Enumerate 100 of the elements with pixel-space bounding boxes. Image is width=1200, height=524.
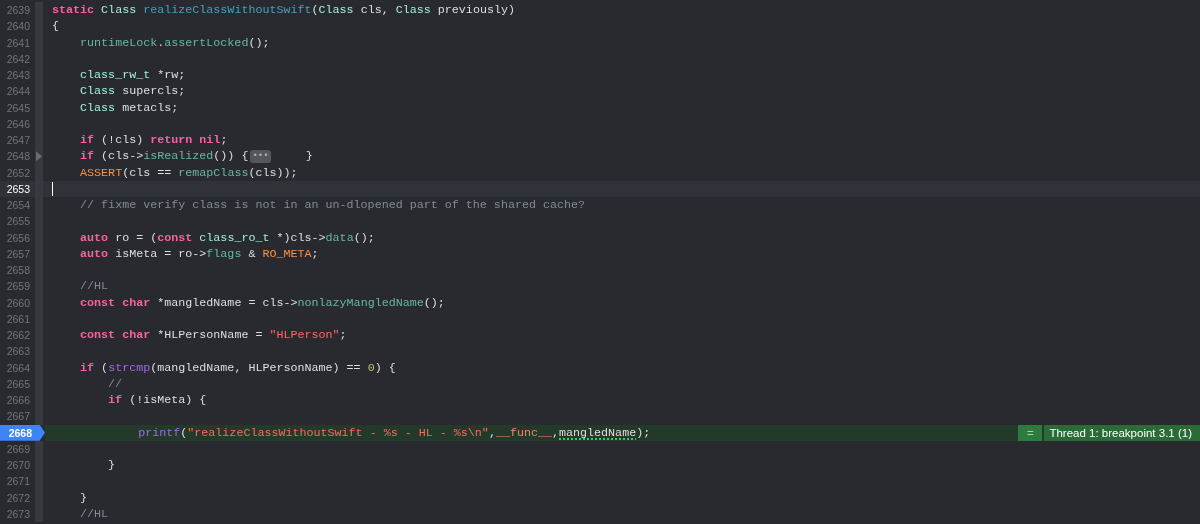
line-number: 2673 bbox=[5, 506, 31, 522]
line-number: 2645 bbox=[5, 100, 31, 116]
code-text: { bbox=[52, 18, 59, 35]
line-number: 2664 bbox=[5, 360, 31, 376]
line-number: 2640 bbox=[5, 19, 31, 35]
line-number: 2654 bbox=[5, 198, 31, 213]
code-comment: // bbox=[108, 375, 123, 392]
code-text: (); bbox=[248, 34, 270, 51]
type-name: class_rw_t bbox=[80, 67, 151, 84]
folded-code-button[interactable]: ••• bbox=[250, 149, 271, 163]
code-text: (cls)); bbox=[248, 164, 298, 181]
annotation-icon[interactable]: = bbox=[1018, 424, 1043, 441]
code-text: isMeta = ro-> bbox=[115, 245, 207, 262]
line-number: 2652 bbox=[5, 165, 31, 181]
macro-name: RO_META bbox=[262, 245, 312, 262]
code-text: previously) bbox=[437, 2, 515, 19]
type-name: Class bbox=[101, 2, 137, 19]
code-text: metacls; bbox=[122, 99, 179, 116]
fold-marker-icon[interactable] bbox=[36, 151, 42, 162]
code-keyword: auto bbox=[80, 245, 109, 262]
code-text: (!isMeta) { bbox=[129, 392, 207, 409]
line-number: 2656 bbox=[5, 230, 31, 246]
line-number: 2659 bbox=[5, 279, 31, 295]
function-call: printf bbox=[138, 424, 181, 441]
code-keyword: nil bbox=[199, 132, 221, 149]
code-text: (); bbox=[353, 229, 375, 246]
code-text: (); bbox=[423, 294, 445, 311]
code-keyword: auto bbox=[80, 229, 109, 246]
code-text: . bbox=[157, 34, 165, 51]
line-number: 2653 bbox=[5, 181, 31, 197]
code-text: ( bbox=[180, 424, 188, 441]
debugger-annotation: Thread 1: breakpoint 3.1 (1) bbox=[1044, 424, 1200, 441]
code-text: ; bbox=[339, 327, 347, 344]
line-number: 2667 bbox=[5, 409, 31, 425]
function-name: realizeClassWithoutSwift bbox=[143, 2, 312, 19]
line-number: 2639 bbox=[5, 3, 31, 18]
code-text: ; bbox=[311, 245, 319, 262]
code-text: (mangledName, HLPersonName) == bbox=[150, 359, 361, 376]
code-keyword: const bbox=[80, 327, 116, 344]
type-name: Class bbox=[318, 2, 354, 19]
method-name: nonlazyMangledName bbox=[297, 294, 424, 311]
number-literal: 0 bbox=[367, 359, 375, 376]
line-number: 2643 bbox=[5, 68, 31, 83]
code-keyword: if bbox=[80, 148, 95, 165]
method-name: assertLocked bbox=[164, 34, 249, 51]
code-keyword: __func__ bbox=[495, 424, 552, 441]
code-comment: // fixme verify class is not in an un-dlopened part of the shared cache? bbox=[80, 197, 586, 214]
code-text: , bbox=[552, 424, 559, 441]
code-keyword: if bbox=[80, 359, 95, 376]
type-name: Class bbox=[80, 99, 116, 116]
code-text: ; bbox=[220, 132, 228, 149]
line-number: 2647 bbox=[5, 133, 31, 148]
code-text: & bbox=[248, 245, 256, 262]
code-keyword: static bbox=[52, 2, 95, 19]
code-text: supercls; bbox=[122, 83, 186, 100]
code-keyword: if bbox=[108, 392, 123, 409]
code-text: *HLPersonName = bbox=[157, 327, 263, 344]
line-number: 2661 bbox=[5, 311, 31, 327]
line-number: 2660 bbox=[5, 295, 31, 311]
code-text: ro = ( bbox=[115, 229, 158, 246]
string-literal: "HLPerson" bbox=[269, 327, 340, 344]
code-text: ( bbox=[101, 359, 109, 376]
code-keyword: return bbox=[150, 132, 193, 149]
type-name: Class bbox=[395, 2, 431, 19]
code-text: ); bbox=[636, 424, 651, 441]
code-keyword: char bbox=[122, 327, 151, 344]
code-text: ()) { bbox=[213, 148, 249, 165]
method-name: data bbox=[325, 229, 354, 246]
line-number: 2665 bbox=[5, 376, 31, 392]
type-name: class_ro_t bbox=[199, 229, 270, 246]
line-number: 2658 bbox=[5, 263, 31, 278]
code-text: } bbox=[80, 489, 88, 506]
line-number: 2671 bbox=[5, 474, 31, 490]
code-keyword: const bbox=[157, 229, 193, 246]
macro-name: ASSERT bbox=[80, 164, 123, 181]
text-cursor bbox=[52, 181, 53, 196]
line-number: 2648 bbox=[5, 149, 31, 165]
line-number: 2672 bbox=[5, 490, 31, 506]
line-number: 2669 bbox=[5, 441, 31, 457]
code-text: (cls-> bbox=[101, 148, 144, 165]
code-text: cls, bbox=[360, 2, 389, 19]
breakpoint-marker[interactable]: 2668 bbox=[0, 424, 45, 441]
type-name: Class bbox=[80, 83, 116, 100]
code-keyword: const bbox=[80, 294, 116, 311]
code-text: (!cls) bbox=[101, 132, 144, 149]
code-text: *rw; bbox=[157, 67, 186, 84]
code-text: ) { bbox=[374, 359, 396, 376]
method-name: remapClass bbox=[178, 164, 249, 181]
method-name: isRealized bbox=[143, 148, 214, 165]
code-text: , bbox=[488, 424, 496, 441]
method-name: flags bbox=[206, 245, 242, 262]
code-text: (cls == bbox=[122, 164, 172, 181]
line-number: 2657 bbox=[5, 246, 31, 262]
line-number: 2641 bbox=[5, 35, 31, 51]
code-keyword: if bbox=[80, 132, 95, 149]
code-text: } bbox=[305, 148, 313, 165]
function-call: strcmp bbox=[108, 359, 151, 376]
code-comment: //HL bbox=[80, 278, 109, 295]
line-number: 2662 bbox=[5, 328, 31, 343]
line-number: 2670 bbox=[5, 458, 31, 473]
